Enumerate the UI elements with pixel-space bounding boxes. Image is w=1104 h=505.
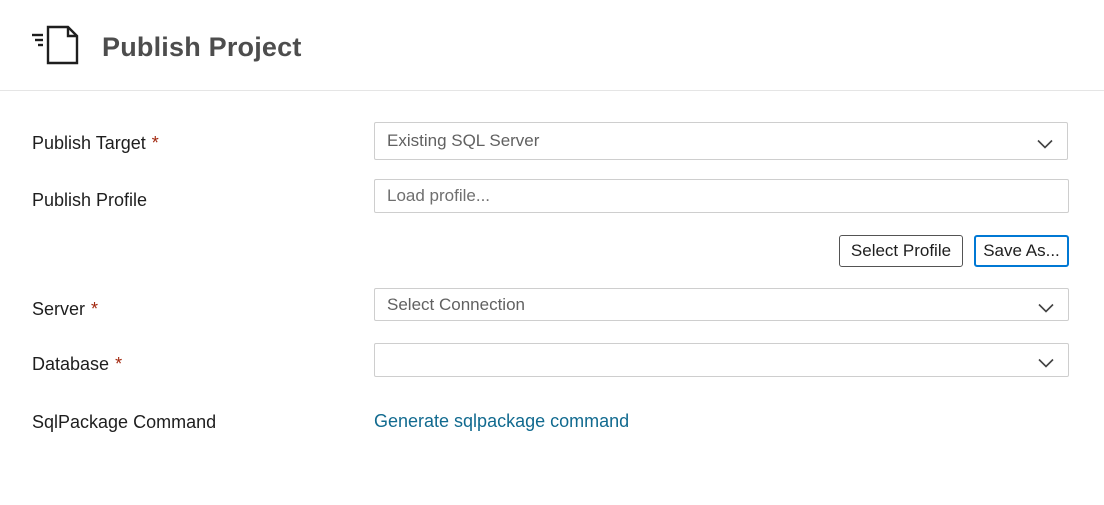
database-label: Database *: [32, 353, 122, 375]
database-label-text: Database: [32, 354, 110, 374]
publish-profile-input[interactable]: [374, 179, 1069, 213]
database-dropdown[interactable]: [374, 343, 1069, 377]
chevron-down-icon: [1038, 355, 1054, 368]
required-asterisk: *: [151, 133, 159, 153]
page-header: Publish Project: [0, 0, 1104, 91]
publish-target-dropdown[interactable]: Existing SQL Server: [374, 122, 1068, 160]
server-label: Server *: [32, 298, 98, 320]
sqlpackage-command-label-text: SqlPackage Command: [32, 412, 217, 432]
publish-target-label-text: Publish Target: [32, 133, 146, 153]
publish-document-icon: [30, 24, 80, 66]
save-as-button[interactable]: Save As...: [974, 235, 1069, 267]
server-label-text: Server: [32, 299, 86, 319]
publish-profile-label: Publish Profile: [32, 189, 147, 211]
publish-target-label: Publish Target *: [32, 132, 159, 154]
generate-sqlpackage-command-link[interactable]: Generate sqlpackage command: [374, 410, 629, 432]
publish-target-value: Existing SQL Server: [387, 131, 540, 150]
sqlpackage-command-label: SqlPackage Command: [32, 411, 216, 433]
required-asterisk: *: [115, 354, 123, 374]
select-profile-button[interactable]: Select Profile: [839, 235, 963, 267]
server-dropdown[interactable]: Select Connection: [374, 288, 1069, 321]
server-value: Select Connection: [387, 294, 525, 314]
publish-profile-label-text: Publish Profile: [32, 190, 148, 210]
chevron-down-icon: [1037, 136, 1053, 149]
page-title: Publish Project: [102, 32, 302, 62]
chevron-down-icon: [1038, 300, 1054, 313]
required-asterisk: *: [91, 299, 99, 319]
